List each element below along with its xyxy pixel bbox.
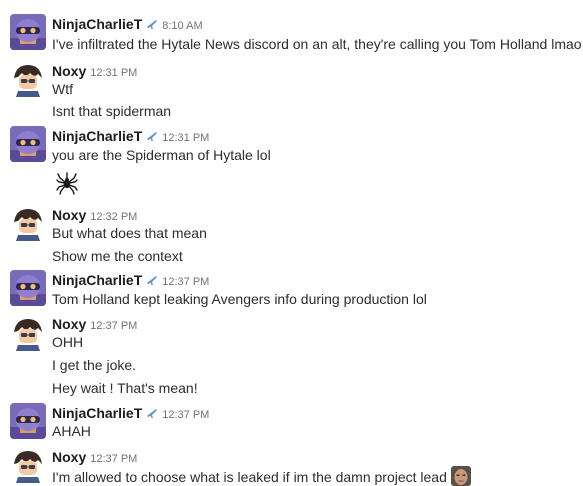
user-avatar[interactable] — [10, 61, 46, 97]
message-header: Noxy 12:37 PM — [52, 449, 137, 467]
message-text: I'm allowed to choose what is leaked if … — [52, 469, 447, 485]
message-timestamp[interactable]: 12:37 PM — [162, 409, 209, 421]
message-text: Show me the context — [52, 248, 183, 264]
message-header: NinjaCharlieT 8:10 AM — [52, 16, 203, 34]
face-emoji-icon[interactable] — [450, 466, 471, 486]
user-avatar[interactable] — [10, 126, 46, 162]
message-text: I get the joke. — [52, 357, 137, 373]
message-text: I've infiltrated the Hytale News discord… — [52, 36, 582, 52]
author-name[interactable]: Noxy — [52, 207, 86, 223]
message-text: Wtf — [52, 81, 73, 97]
message-text: Isnt that spiderman — [52, 103, 172, 119]
author-name[interactable]: NinjaCharlieT — [52, 272, 142, 288]
user-avatar[interactable] — [10, 447, 46, 483]
author-name[interactable]: Noxy — [52, 316, 86, 332]
message-text: Tom Holland kept leaking Avengers info d… — [52, 291, 427, 307]
message-text: OHH — [52, 334, 84, 350]
spider-emoji-icon[interactable] — [56, 171, 78, 195]
message-timestamp[interactable]: 12:37 PM — [90, 320, 137, 332]
chat-log: NinjaCharlieT 8:10 AM I've infiltrated th… — [0, 0, 583, 486]
message-timestamp[interactable]: 12:37 PM — [162, 276, 209, 288]
message-header: NinjaCharlieT 12:37 PM — [52, 272, 209, 290]
message-timestamp[interactable]: 12:37 PM — [90, 453, 137, 465]
message-text: you are the Spiderman of Hytale lol — [52, 147, 271, 163]
message-header: Noxy 12:32 PM — [52, 207, 137, 225]
user-avatar[interactable] — [10, 14, 46, 50]
airplane-icon — [146, 274, 158, 286]
message-line: I'm allowed to choose what is leaked if … — [52, 466, 471, 486]
message-text: Hey wait ! That's mean! — [52, 380, 198, 396]
airplane-icon — [146, 407, 158, 419]
message-header: NinjaCharlieT 12:37 PM — [52, 405, 209, 423]
author-name[interactable]: Noxy — [52, 63, 86, 79]
author-name[interactable]: NinjaCharlieT — [52, 16, 142, 32]
message-timestamp[interactable]: 12:31 PM — [162, 132, 209, 144]
message-timestamp[interactable]: 8:10 AM — [162, 20, 202, 32]
message-text: AHAH — [52, 423, 91, 439]
message-header: Noxy 12:37 PM — [52, 316, 137, 334]
user-avatar[interactable] — [10, 270, 46, 306]
message-header: NinjaCharlieT 12:31 PM — [52, 128, 209, 146]
author-name[interactable]: NinjaCharlieT — [52, 405, 142, 421]
author-name[interactable]: Noxy — [52, 449, 86, 465]
user-avatar[interactable] — [10, 205, 46, 241]
message-header: Noxy 12:31 PM — [52, 63, 137, 81]
message-text: But what does that mean — [52, 225, 207, 241]
user-avatar[interactable] — [10, 315, 46, 351]
user-avatar[interactable] — [10, 403, 46, 439]
airplane-icon — [146, 130, 158, 142]
message-timestamp[interactable]: 12:32 PM — [90, 211, 137, 223]
message-timestamp[interactable]: 12:31 PM — [90, 67, 137, 79]
author-name[interactable]: NinjaCharlieT — [52, 128, 142, 144]
airplane-icon — [146, 18, 158, 30]
